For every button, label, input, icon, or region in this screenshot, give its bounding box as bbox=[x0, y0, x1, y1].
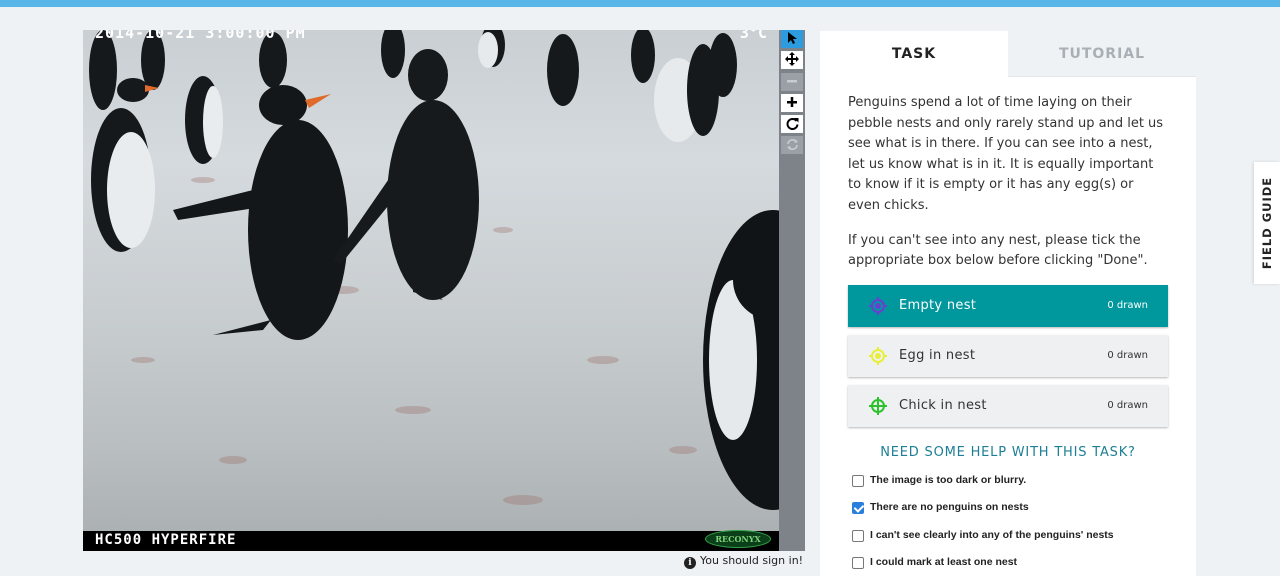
choice-label: Chick in nest bbox=[899, 398, 987, 414]
crosshair-icon bbox=[869, 296, 887, 315]
checkbox-could-mark-nest[interactable]: I could mark at least one nest bbox=[852, 556, 1196, 576]
zoom-out-icon[interactable] bbox=[781, 73, 803, 91]
checkbox-cant-see-nests[interactable]: I can't see clearly into any of the peng… bbox=[852, 529, 1196, 557]
rotate-icon[interactable] bbox=[781, 115, 803, 133]
checkbox-too-dark[interactable]: The image is too dark or blurry. bbox=[852, 474, 1196, 502]
brand-logo: RECONYX bbox=[705, 530, 771, 548]
crosshair-icon bbox=[869, 396, 887, 415]
choice-label: Egg in nest bbox=[899, 348, 976, 364]
move-icon[interactable] bbox=[781, 51, 803, 69]
top-accent-bar bbox=[0, 0, 1280, 7]
camera-model: HC500 HYPERFIRE bbox=[95, 532, 237, 548]
field-guide-label: FIELD GUIDE bbox=[1260, 176, 1274, 270]
tab-task[interactable]: TASK bbox=[820, 31, 1008, 77]
pointer-icon[interactable] bbox=[781, 30, 803, 48]
choice-chick-in-nest[interactable]: Chick in nest 0 drawn bbox=[848, 384, 1168, 427]
checkbox-no-penguins-on-nests[interactable]: There are no penguins on nests bbox=[852, 501, 1196, 529]
task-instructions: Penguins spend a lot of time laying on t… bbox=[820, 77, 1196, 272]
drawn-count: 0 drawn bbox=[1107, 300, 1148, 312]
choice-egg-in-nest[interactable]: Egg in nest 0 drawn bbox=[848, 334, 1168, 377]
checkbox[interactable] bbox=[852, 502, 864, 515]
reset-icon[interactable] bbox=[781, 136, 803, 154]
temperature-readout: 3°C bbox=[739, 30, 767, 42]
task-tabs: TASK TUTORIAL bbox=[820, 31, 1196, 77]
checkbox-label: There are no penguins on nests bbox=[870, 501, 1029, 514]
timestamp: 2014-10-21 3:00:00 PM bbox=[95, 30, 306, 42]
crosshair-icon bbox=[869, 346, 887, 365]
choice-empty-nest[interactable]: Empty nest 0 drawn bbox=[848, 284, 1168, 327]
checkbox-label: The image is too dark or blurry. bbox=[870, 473, 1027, 486]
viewer-toolbar bbox=[779, 30, 805, 551]
subject-viewer[interactable]: 2014-10-21 3:00:00 PM 3°C HC500 HYPERFIR… bbox=[83, 30, 805, 551]
checkbox[interactable] bbox=[852, 474, 864, 487]
checkbox[interactable] bbox=[852, 529, 864, 542]
drawn-count: 0 drawn bbox=[1107, 350, 1148, 362]
field-guide-tab[interactable]: FIELD GUIDE bbox=[1254, 162, 1280, 284]
choice-label: Empty nest bbox=[899, 298, 977, 314]
checkbox-label: I could mark at least one nest bbox=[870, 556, 1018, 569]
instructions-paragraph: Penguins spend a lot of time laying on t… bbox=[848, 95, 1164, 213]
help-checkboxes: The image is too dark or blurry. There a… bbox=[820, 474, 1196, 576]
checkbox-label: I can't see clearly into any of the peng… bbox=[870, 528, 1114, 541]
camera-trap-image[interactable]: 2014-10-21 3:00:00 PM 3°C HC500 HYPERFIR… bbox=[83, 30, 779, 551]
drawn-count: 0 drawn bbox=[1107, 400, 1148, 412]
info-icon: i bbox=[684, 557, 696, 569]
tab-tutorial[interactable]: TUTORIAL bbox=[1008, 31, 1196, 77]
checkbox[interactable] bbox=[852, 557, 864, 570]
zoom-in-icon[interactable] bbox=[781, 94, 803, 112]
penguin-scene bbox=[89, 30, 779, 510]
help-title: NEED SOME HELP WITH THIS TASK? bbox=[880, 444, 1136, 460]
instructions-paragraph: If you can't see into any nest, please t… bbox=[848, 232, 1148, 269]
drawing-tools: Empty nest 0 drawn Egg in nest 0 drawn C… bbox=[820, 284, 1196, 427]
signin-text: You should sign in! bbox=[700, 554, 804, 567]
task-panel: TASK TUTORIAL Penguins spend a lot of ti… bbox=[820, 31, 1196, 576]
signin-notice: i You should sign in! bbox=[684, 554, 803, 569]
